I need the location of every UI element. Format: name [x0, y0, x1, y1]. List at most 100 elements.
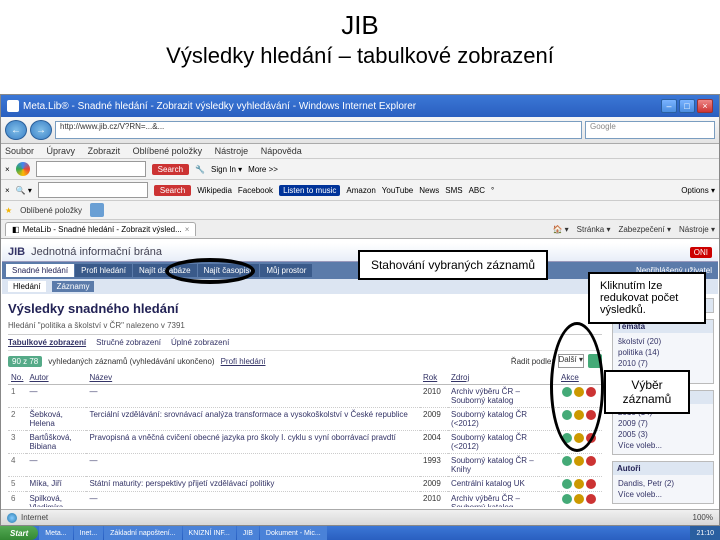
- th-author[interactable]: Autor: [26, 371, 86, 385]
- options-button[interactable]: Options ▾: [681, 186, 715, 195]
- facet-item[interactable]: Dandis, Petr (2): [618, 478, 708, 489]
- action-sfx-icon[interactable]: [562, 494, 572, 504]
- oni-badge: ONI: [690, 247, 712, 258]
- signin-link[interactable]: Sign In ▾: [211, 165, 242, 174]
- taskbar-item[interactable]: KNIZNÍ INF...: [183, 526, 236, 540]
- taskbar-item[interactable]: Základní napoštení...: [104, 526, 181, 540]
- results-subline: Hledání "politika a školství v ČR" nalez…: [8, 319, 602, 335]
- url-input[interactable]: http://www.jib.cz/V?RN=...&...: [55, 121, 582, 139]
- action-save-icon[interactable]: [574, 494, 584, 504]
- wiki-link[interactable]: Wikipedia: [197, 186, 232, 195]
- forward-button[interactable]: →: [30, 120, 52, 140]
- facet-item[interactable]: 2009 (7): [618, 418, 708, 429]
- start-button[interactable]: Start: [0, 526, 38, 540]
- star-icon[interactable]: ★: [5, 206, 12, 215]
- facet-item[interactable]: školství (20): [618, 336, 708, 347]
- action-sfx-icon[interactable]: [562, 456, 572, 466]
- view-table[interactable]: Tabulkové zobrazení: [8, 338, 86, 347]
- facet-item[interactable]: politika (14): [618, 347, 708, 358]
- weather-link[interactable]: °: [491, 186, 494, 195]
- annotation-ellipse-1: [165, 258, 255, 284]
- action-basket-icon[interactable]: [586, 479, 596, 489]
- favorites-bar: ★ Oblíbené položky: [1, 201, 719, 220]
- toolbar2-input[interactable]: [38, 182, 148, 198]
- menu-file[interactable]: Soubor: [5, 146, 34, 156]
- facet-more[interactable]: Více voleb...: [618, 440, 708, 451]
- taskbar-item[interactable]: JIB: [237, 526, 259, 540]
- tab-bar: ◧ MetaLib - Snadné hledání - Zobrazit vý…: [1, 220, 719, 239]
- zoom-label[interactable]: 100%: [693, 513, 713, 522]
- profi-link[interactable]: Profi hledání: [221, 357, 266, 366]
- system-tray[interactable]: 21:10: [690, 526, 720, 540]
- taskbar-item[interactable]: Inet...: [74, 526, 104, 540]
- table-row[interactable]: 1——2010Archiv výběru ČR – Souborný katal…: [8, 385, 602, 408]
- subtab-hledani[interactable]: Hledání: [8, 281, 46, 292]
- facet-more[interactable]: Více voleb...: [618, 489, 708, 500]
- nav-profi[interactable]: Profi hledání: [75, 264, 132, 277]
- table-row[interactable]: 4——1993Souborný katalog ČR – Knihy: [8, 454, 602, 477]
- menu-view[interactable]: Zobrazit: [88, 146, 121, 156]
- google-icon[interactable]: [16, 162, 30, 176]
- sidebox-autori: Autoři Dandis, Petr (2) Více voleb...: [612, 461, 714, 504]
- menu-help[interactable]: Nápověda: [261, 146, 302, 156]
- action-sfx-icon[interactable]: [562, 479, 572, 489]
- home-button[interactable]: 🏠 ▾: [552, 225, 568, 234]
- google-search-button[interactable]: Search: [152, 164, 189, 175]
- youtube-link[interactable]: YouTube: [382, 186, 413, 195]
- minimize-button[interactable]: –: [661, 99, 677, 113]
- page-button[interactable]: Stránka ▾: [577, 225, 611, 234]
- abc-link[interactable]: ABC: [469, 186, 485, 195]
- back-button[interactable]: ←: [5, 120, 27, 140]
- view-full[interactable]: Úplné zobrazení: [171, 338, 229, 347]
- th-source[interactable]: Zdroj: [448, 371, 558, 385]
- facet-item[interactable]: 2010 (7): [618, 358, 708, 369]
- menu-edit[interactable]: Úpravy: [47, 146, 76, 156]
- google-toolbar-2: ×🔍 ▾ Search Wikipedia Facebook Listen to…: [1, 180, 719, 201]
- browser-search-input[interactable]: Google: [585, 121, 715, 139]
- news-link[interactable]: News: [419, 186, 439, 195]
- link-icon[interactable]: [90, 203, 104, 217]
- th-no[interactable]: No.: [8, 371, 26, 385]
- maximize-button[interactable]: □: [679, 99, 695, 113]
- tray-time: 21:10: [696, 530, 714, 537]
- fb-link[interactable]: Facebook: [238, 186, 273, 195]
- table-row[interactable]: 6Spilková, Vladimíra—2010Archiv výběru Č…: [8, 492, 602, 508]
- menu-favorites[interactable]: Oblíbené položky: [133, 146, 203, 156]
- facet-item[interactable]: 2005 (3): [618, 429, 708, 440]
- results-heading: Výsledky snadného hledání: [8, 298, 602, 319]
- taskbar[interactable]: Start Meta... Inet... Základní napoštení…: [0, 526, 720, 540]
- window-titlebar[interactable]: Meta.Lib® - Snadné hledání - Zobrazit vý…: [1, 95, 719, 117]
- action-basket-icon[interactable]: [586, 456, 596, 466]
- amazon-link[interactable]: Amazon: [346, 186, 375, 195]
- table-row[interactable]: 2Šebková, HelenaTerciální vzdělávání: sr…: [8, 408, 602, 431]
- safety-button[interactable]: Zabezpečení ▾: [618, 225, 671, 234]
- jib-logo[interactable]: JIB: [8, 246, 25, 258]
- close-button[interactable]: ×: [697, 99, 713, 113]
- taskbar-item[interactable]: Dokument - Mic...: [260, 526, 327, 540]
- action-basket-icon[interactable]: [586, 494, 596, 504]
- sms-link[interactable]: SMS: [445, 186, 462, 195]
- th-year[interactable]: Rok: [420, 371, 448, 385]
- action-save-icon[interactable]: [574, 479, 584, 489]
- listen-button[interactable]: Listen to music: [279, 185, 340, 196]
- favorites-label[interactable]: Oblíbené položky: [20, 206, 82, 215]
- nav-myspace[interactable]: Můj prostor: [260, 264, 312, 277]
- action-save-icon[interactable]: [574, 456, 584, 466]
- results-table: No. Autor Název Rok Zdroj Akce 1——2010Ar…: [8, 371, 602, 507]
- th-title[interactable]: Název: [86, 371, 420, 385]
- browser-tab[interactable]: ◧ MetaLib - Snadné hledání - Zobrazit vý…: [5, 222, 196, 236]
- more-link[interactable]: More >>: [248, 165, 278, 174]
- google-search-input[interactable]: [36, 161, 146, 177]
- subtab-zaznamy[interactable]: Záznamy: [52, 281, 95, 292]
- table-row[interactable]: 3Bartůšková, BibianaPravopisná a vněčná …: [8, 431, 602, 454]
- tab-close-icon[interactable]: ×: [185, 225, 190, 234]
- view-brief[interactable]: Stručné zobrazení: [96, 338, 161, 347]
- taskbar-item[interactable]: Meta...: [39, 526, 72, 540]
- toolbar2-search-button[interactable]: Search: [154, 185, 191, 196]
- slide-title: JIB: [0, 0, 720, 43]
- table-row[interactable]: 5Míka, JiříStátní maturity: perspektivy …: [8, 477, 602, 492]
- nav-snadne[interactable]: Snadné hledání: [6, 264, 74, 277]
- tools-button[interactable]: Nástroje ▾: [679, 225, 715, 234]
- tab-label: MetaLib - Snadné hledání - Zobrazit výsl…: [23, 225, 182, 234]
- menu-tools[interactable]: Nástroje: [215, 146, 249, 156]
